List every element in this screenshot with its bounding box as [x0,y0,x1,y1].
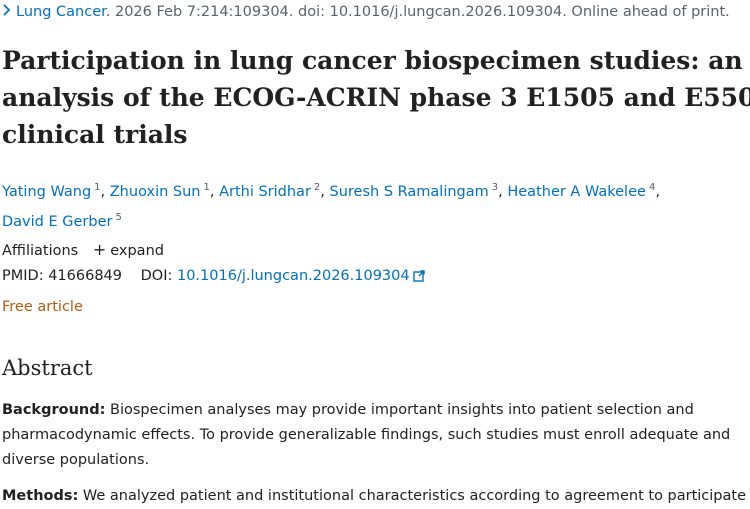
external-link-icon [412,270,425,286]
plus-icon: + [92,240,107,259]
abstract-line: diverse populations. [2,452,150,468]
abstract-background: Background: Biospecimen analyses may pro… [2,398,748,473]
background-text: Biospecimen analyses may provide importa… [105,402,694,418]
article-title: Participation in lung cancer biospecimen… [2,42,750,153]
author-link[interactable]: Arthi Sridhar [219,184,311,200]
author-link[interactable]: Zhuoxin Sun [110,184,201,200]
title-line: clinical trials [2,120,188,149]
author-line: Yating Wang 1, Zhuoxin Sun 1, Arthi Sridha… [2,182,660,200]
expand-label: expand [110,243,164,259]
author-list: Yating Wang 1, Zhuoxin Sun 1, Arthi Sridha… [2,175,742,235]
author-link[interactable]: Heather A Wakelee [507,184,646,200]
citation-details: . 2026 Feb 7:214:109304. doi: 10.1016/j.… [105,4,730,20]
methods-text: We analyzed patient and institutional ch… [78,488,747,504]
expand-affiliations-button[interactable]: + expand [92,240,164,259]
affiliation-number[interactable]: 5 [115,212,121,223]
abstract-heading: Abstract [2,356,93,380]
author-link[interactable]: Suresh S Ramalingam [330,184,489,200]
affiliation-number[interactable]: 1 [203,182,209,193]
doi-value: 10.1016/j.lungcan.2026.109304 [176,268,410,284]
chevron-right-icon[interactable] [2,4,16,20]
affiliation-number[interactable]: 1 [94,182,100,193]
background-label: Background: [2,402,106,418]
doi-link[interactable]: 10.1016/j.lungcan.2026.109304 [177,268,425,284]
affiliation-number[interactable]: 2 [314,182,320,193]
abstract-line: pharmacodynamic effects. To provide gene… [2,427,731,443]
citation-line: Lung Cancer. 2026 Feb 7:214:109304. doi:… [2,4,730,20]
abstract-line: Methods: We analyzed patient and institu… [2,484,748,509]
abstract-line: Background: Biospecimen analyses may pro… [2,398,748,423]
affiliations-label: Affiliations [2,243,79,259]
author-link[interactable]: David E Gerber [2,214,112,230]
pmid-label: PMID: [2,268,44,284]
pmid-value: 41666849 [48,268,123,284]
methods-label: Methods: [2,488,79,504]
affiliation-number[interactable]: 4 [649,182,655,193]
doi-label: DOI: [140,268,173,284]
title-line: Participation in lung cancer biospecimen… [2,46,743,75]
title-line: analysis of the ECOG-ACRIN phase 3 E1505… [2,83,750,112]
author-link[interactable]: Yating Wang [2,184,91,200]
journal-link[interactable]: Lung Cancer [16,4,106,20]
author-line: David E Gerber 5 [2,205,742,235]
affiliations-row: Affiliations + expand [2,240,164,259]
free-article-badge[interactable]: Free article [2,299,83,315]
identifiers-row: PMID: 41666849 DOI: 10.1016/j.lungcan.20… [2,268,425,286]
affiliation-number[interactable]: 3 [492,182,498,193]
abstract-methods: Methods: We analyzed patient and institu… [2,484,748,509]
